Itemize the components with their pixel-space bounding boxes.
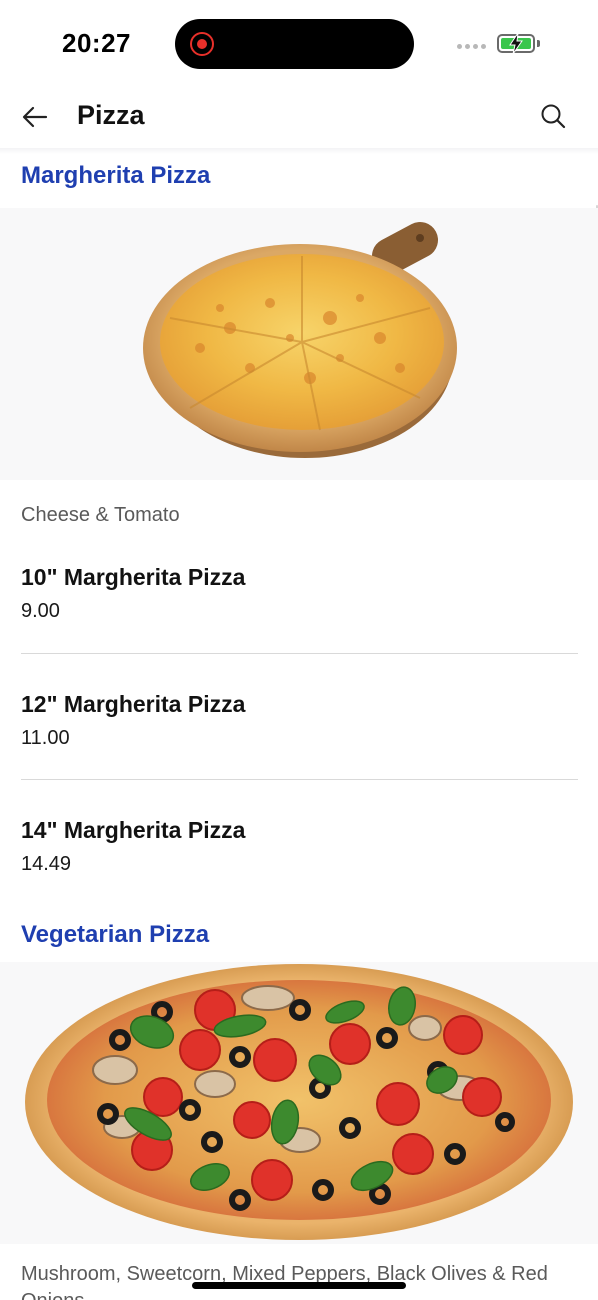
margherita-pizza-illustration [143,222,457,458]
record-icon [190,32,214,56]
menu-item-price: 14.49 [21,853,72,875]
menu-item-price: 11.00 [21,727,70,749]
section-description-vegetarian: Mushroom, Sweetcorn, Mixed Peppers, Blac… [21,1263,548,1300]
header-shadow [0,148,598,154]
search-icon[interactable] [539,102,567,130]
menu-item-12-margherita[interactable]: 12" Margherita Pizza 11.00 [21,690,578,750]
arrow-left-icon[interactable] [20,102,50,132]
signal-dots-icon [457,44,486,49]
charging-bolt-icon [509,32,523,55]
margherita-pizza-image [0,208,598,480]
section-title-margherita: Margherita Pizza [21,162,211,189]
menu-item-price: 9.00 [21,600,60,622]
status-bar: 20:27 [0,0,598,90]
status-time: 20:27 [62,28,131,58]
battery-cap [537,40,540,47]
dynamic-island [175,19,414,69]
app-header: Pizza [0,90,598,150]
divider [21,779,578,780]
section-description-margherita: Cheese & Tomato [21,504,180,526]
screen: 20:27 Pizza Margherita Pizza Cheese & To… [0,0,598,1300]
vegetarian-pizza-image [0,962,598,1244]
menu-item-14-margherita[interactable]: 14" Margherita Pizza 14.49 [21,816,578,876]
vegetarian-pizza-illustration [25,964,573,1240]
menu-item-name: 10" Margherita Pizza [21,564,246,590]
divider [21,653,578,654]
section-title-vegetarian: Vegetarian Pizza [21,921,210,948]
menu-item-name: 12" Margherita Pizza [21,691,246,717]
home-indicator[interactable] [192,1282,406,1289]
menu-item-name: 14" Margherita Pizza [21,817,246,843]
page-title: Pizza [77,100,145,130]
menu-item-10-margherita[interactable]: 10" Margherita Pizza 9.00 [21,563,578,623]
